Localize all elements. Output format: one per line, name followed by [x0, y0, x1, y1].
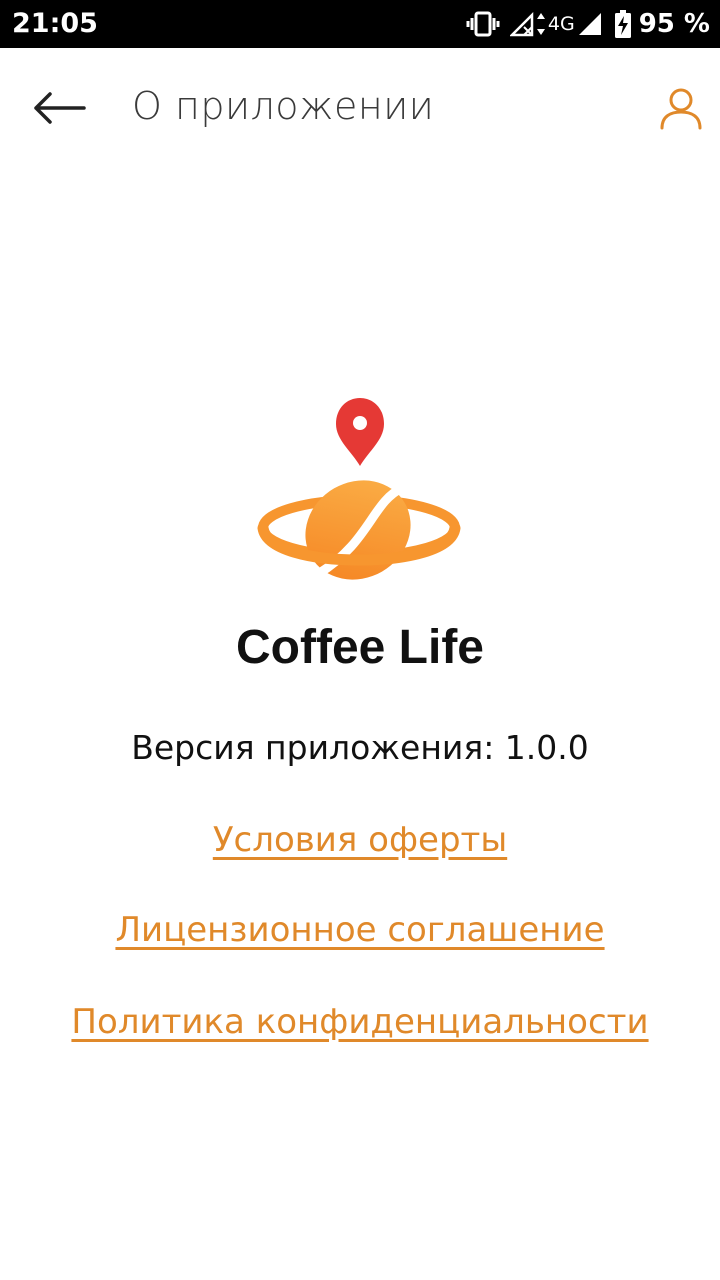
status-time: 21:05 — [12, 8, 98, 39]
battery-level: 95 % — [638, 9, 710, 39]
location-pin-icon — [336, 398, 384, 466]
coffee-bean-icon — [305, 480, 411, 580]
status-bar: 21:05 4G 95 % — [0, 0, 720, 48]
privacy-policy-link[interactable]: Политика конфиденциальности — [0, 1002, 720, 1042]
app-version: Версия приложения: 1.0.0 — [131, 728, 589, 767]
status-icons: 4G 95 % — [466, 6, 710, 42]
signal-icon — [577, 11, 603, 37]
page-title: О приложении — [132, 84, 435, 128]
network-type: 4G — [547, 13, 575, 35]
offer-terms-link[interactable]: Условия оферты — [0, 820, 720, 860]
app-bar: О приложении — [0, 48, 720, 172]
user-icon — [660, 88, 702, 130]
back-button[interactable] — [26, 78, 92, 138]
arrow-left-icon — [34, 92, 86, 124]
profile-button[interactable] — [652, 78, 710, 138]
signal-off-icon — [509, 11, 536, 37]
app-name: Coffee Life — [235, 621, 484, 674]
license-agreement-link[interactable]: Лицензионное соглашение — [0, 910, 720, 950]
vibrate-icon — [466, 10, 500, 38]
app-logo — [252, 392, 462, 592]
battery-charging-icon — [614, 10, 631, 38]
data-arrows-icon — [536, 11, 546, 37]
